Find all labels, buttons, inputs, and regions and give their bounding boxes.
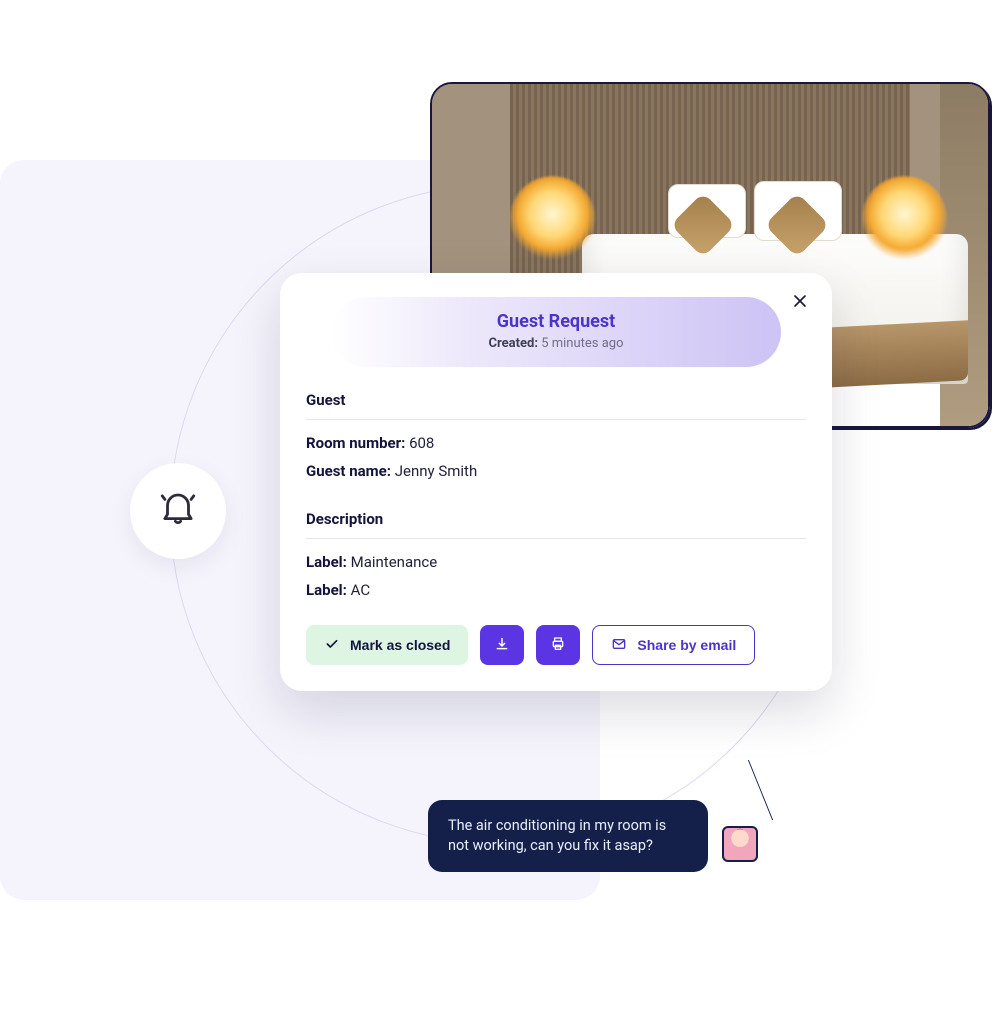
close-icon bbox=[790, 296, 810, 315]
download-button[interactable] bbox=[480, 625, 524, 665]
mail-icon bbox=[611, 636, 627, 655]
download-icon bbox=[494, 636, 510, 655]
card-title: Guest Request bbox=[351, 311, 761, 332]
notification-indicator bbox=[130, 463, 226, 559]
guest-avatar bbox=[722, 826, 758, 862]
label-row-2: Label: AC bbox=[306, 581, 806, 599]
share-email-button[interactable]: Share by email bbox=[592, 625, 755, 665]
label-row-1: Label: Maintenance bbox=[306, 553, 806, 571]
card-created: Created: 5 minutes ago bbox=[351, 336, 761, 351]
card-header: Guest Request Created: 5 minutes ago bbox=[331, 297, 781, 367]
close-button[interactable] bbox=[790, 291, 810, 311]
print-button[interactable] bbox=[536, 625, 580, 665]
bell-icon bbox=[157, 488, 199, 534]
chat-bubble: The air conditioning in my room is not w… bbox=[428, 800, 708, 872]
share-email-label: Share by email bbox=[637, 637, 736, 653]
mark-closed-button[interactable]: Mark as closed bbox=[306, 625, 468, 665]
section-heading-description: Description bbox=[306, 510, 806, 539]
check-icon bbox=[324, 636, 340, 655]
print-icon bbox=[550, 636, 566, 655]
section-heading-guest: Guest bbox=[306, 391, 806, 420]
chat-message: The air conditioning in my room is not w… bbox=[428, 800, 708, 872]
guest-request-card: Guest Request Created: 5 minutes ago Gue… bbox=[280, 273, 832, 691]
room-number-row: Room number: 608 bbox=[306, 434, 806, 452]
guest-name-row: Guest name: Jenny Smith bbox=[306, 462, 806, 480]
mark-closed-label: Mark as closed bbox=[350, 637, 450, 653]
action-bar: Mark as closed Share by email bbox=[306, 625, 806, 665]
chat-text: The air conditioning in my room is not w… bbox=[448, 817, 666, 854]
